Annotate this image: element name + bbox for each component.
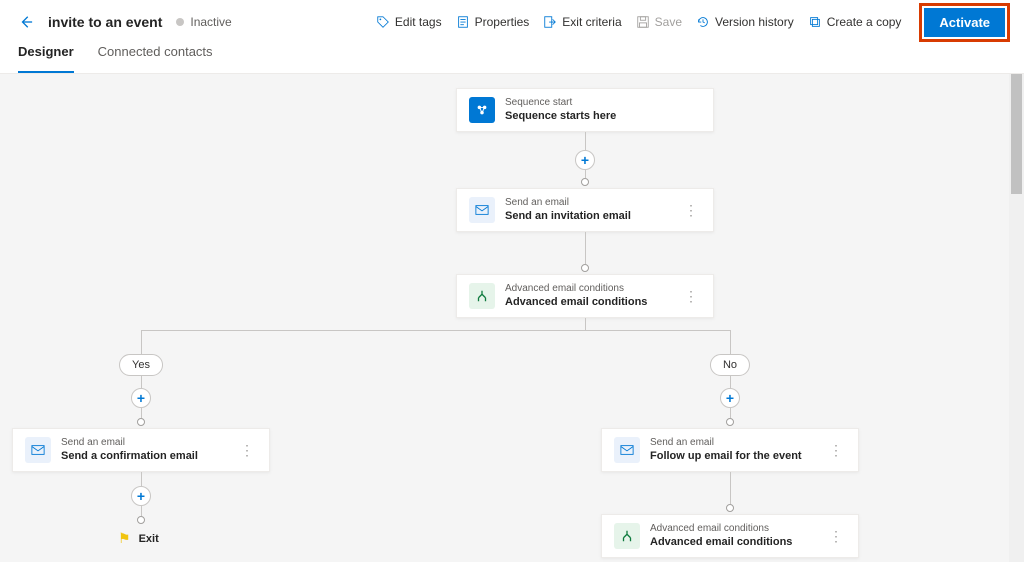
node-no-cond-type: Advanced email conditions <box>650 523 827 535</box>
node-email1-type: Send an email <box>505 197 682 209</box>
node-menu-button[interactable]: ⋮ <box>238 442 257 459</box>
header-bar: invite to an event Inactive Edit tags Pr… <box>0 0 1024 44</box>
save-button: Save <box>636 15 682 29</box>
properties-button[interactable]: Properties <box>456 15 530 29</box>
add-step-button-yes-2[interactable]: + <box>131 486 151 506</box>
scrollbar-thumb[interactable] <box>1011 74 1022 194</box>
email-icon <box>25 437 51 463</box>
email-icon <box>469 197 495 223</box>
node-menu-button[interactable]: ⋮ <box>682 288 701 305</box>
designer-canvas[interactable]: Sequence start Sequence starts here + Se… <box>0 74 1024 562</box>
sequence-title: invite to an event <box>48 14 162 30</box>
create-copy-label: Create a copy <box>827 15 902 29</box>
branch-badge-yes: Yes <box>119 354 163 376</box>
node-exit[interactable]: ⚑ Exit <box>118 530 159 547</box>
condition-icon <box>469 283 495 309</box>
flag-icon: ⚑ <box>118 530 131 547</box>
save-label: Save <box>655 15 682 29</box>
node-start-type: Sequence start <box>505 97 701 109</box>
connector-endpoint <box>581 178 589 186</box>
toolbar: Edit tags Properties Exit criteria Save … <box>376 3 1010 42</box>
scrollbar-track[interactable] <box>1009 74 1024 562</box>
status-text: Inactive <box>190 15 231 29</box>
node-advanced-email-conditions-2[interactable]: Advanced email conditions Advanced email… <box>601 514 859 558</box>
tab-connected-contacts[interactable]: Connected contacts <box>98 44 213 73</box>
node-menu-button[interactable]: ⋮ <box>827 442 846 459</box>
connector <box>730 330 731 354</box>
connector-endpoint <box>726 418 734 426</box>
node-send-invitation-email[interactable]: Send an email Send an invitation email ⋮ <box>456 188 714 232</box>
version-history-label: Version history <box>715 15 794 29</box>
node-email1-title: Send an invitation email <box>505 210 682 223</box>
version-history-button[interactable]: Version history <box>696 15 794 29</box>
node-yes-email-title: Send a confirmation email <box>61 450 238 463</box>
node-cond1-title: Advanced email conditions <box>505 296 682 309</box>
node-send-confirmation-email[interactable]: Send an email Send a confirmation email … <box>12 428 270 472</box>
node-followup-email[interactable]: Send an email Follow up email for the ev… <box>601 428 859 472</box>
activate-highlight: Activate <box>919 3 1010 42</box>
connector <box>141 330 142 354</box>
back-button[interactable] <box>14 10 38 34</box>
node-start-title: Sequence starts here <box>505 110 701 123</box>
connector <box>141 472 142 486</box>
exit-criteria-label: Exit criteria <box>562 15 621 29</box>
edit-tags-label: Edit tags <box>395 15 442 29</box>
edit-tags-button[interactable]: Edit tags <box>376 15 442 29</box>
branch-badge-no: No <box>710 354 750 376</box>
connector <box>730 472 731 504</box>
node-exit-title: Exit <box>139 533 159 545</box>
node-no-email-title: Follow up email for the event <box>650 450 827 463</box>
connector <box>730 376 731 388</box>
status-indicator-dot <box>176 18 184 26</box>
tabs-bar: Designer Connected contacts <box>0 44 1024 74</box>
activate-button[interactable]: Activate <box>924 8 1005 37</box>
exit-criteria-button[interactable]: Exit criteria <box>543 15 621 29</box>
connector-endpoint <box>137 418 145 426</box>
node-menu-button[interactable]: ⋮ <box>682 202 701 219</box>
connector <box>141 408 142 418</box>
connector <box>141 330 730 331</box>
connector <box>585 170 586 178</box>
sequence-start-icon <box>469 97 495 123</box>
connector <box>730 408 731 418</box>
node-advanced-email-conditions[interactable]: Advanced email conditions Advanced email… <box>456 274 714 318</box>
condition-icon <box>614 523 640 549</box>
connector <box>585 318 586 330</box>
email-icon <box>614 437 640 463</box>
connector-endpoint <box>581 264 589 272</box>
connector-endpoint <box>726 504 734 512</box>
node-no-cond-title: Advanced email conditions <box>650 536 827 549</box>
add-step-button[interactable]: + <box>575 150 595 170</box>
activate-label: Activate <box>939 15 990 30</box>
node-cond1-type: Advanced email conditions <box>505 283 682 295</box>
add-step-button-yes[interactable]: + <box>131 388 151 408</box>
node-yes-email-type: Send an email <box>61 437 238 449</box>
add-step-button-no[interactable]: + <box>720 388 740 408</box>
create-copy-button[interactable]: Create a copy <box>808 15 902 29</box>
connector <box>141 506 142 516</box>
connector-endpoint <box>137 516 145 524</box>
tab-designer[interactable]: Designer <box>18 44 74 73</box>
connector <box>585 232 586 264</box>
connector <box>141 376 142 388</box>
properties-label: Properties <box>475 15 530 29</box>
node-sequence-start[interactable]: Sequence start Sequence starts here <box>456 88 714 132</box>
connector <box>585 132 586 150</box>
node-no-email-type: Send an email <box>650 437 827 449</box>
node-menu-button[interactable]: ⋮ <box>827 528 846 545</box>
